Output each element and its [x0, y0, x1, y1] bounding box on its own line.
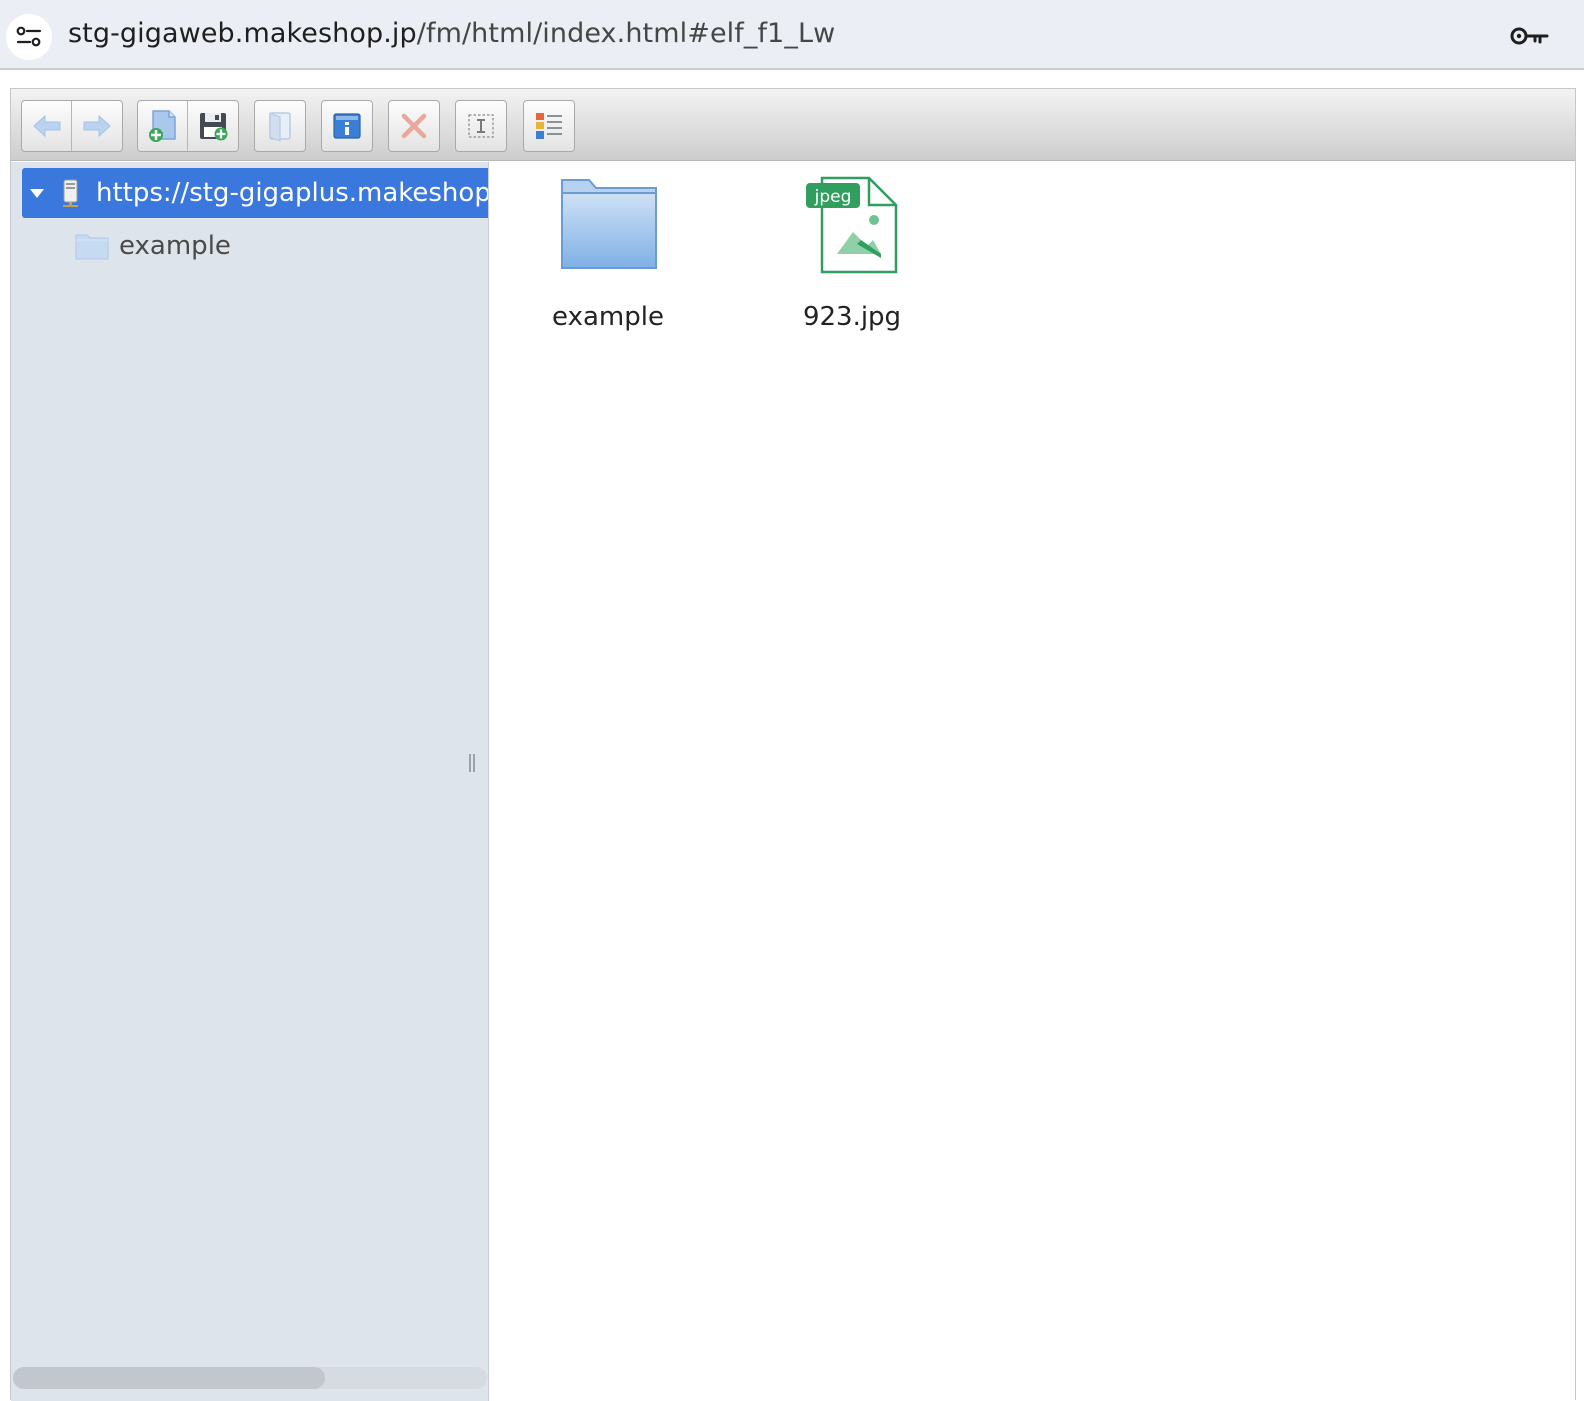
- rename-button[interactable]: [456, 101, 506, 151]
- server-icon: [63, 179, 78, 207]
- tree-root-label: https://stg-gigaplus.makeshop: [96, 178, 489, 208]
- folder-icon: [75, 234, 109, 260]
- file-group: [137, 100, 239, 152]
- file-item-folder[interactable]: example: [523, 174, 693, 332]
- view-button[interactable]: [524, 101, 574, 151]
- folder-tree: https://stg-gigaplus.makeshop example: [11, 162, 489, 1401]
- back-button[interactable]: [22, 101, 72, 151]
- save-icon: [200, 113, 228, 141]
- upload-icon: [148, 110, 176, 142]
- horizontal-scrollbar[interactable]: [13, 1367, 487, 1389]
- open-group: [254, 100, 306, 152]
- download-button[interactable]: [188, 101, 238, 151]
- url-path: /fm/html/index.html#elf_f1_Lw: [416, 18, 836, 49]
- delete-icon: [401, 113, 427, 139]
- pane-resize-handle[interactable]: [469, 754, 475, 772]
- info-button[interactable]: [322, 101, 372, 151]
- open-button[interactable]: [255, 101, 305, 151]
- view-group: [523, 100, 575, 152]
- tree-root-item[interactable]: https://stg-gigaplus.makeshop: [22, 168, 489, 218]
- url-field[interactable]: stg-gigaweb.makeshop.jp/fm/html/index.ht…: [68, 18, 835, 49]
- file-name: 923.jpg: [802, 302, 902, 332]
- file-name: example: [552, 302, 664, 332]
- rename-group: [455, 100, 507, 152]
- tree-item-label: example: [119, 231, 231, 261]
- jpeg-file-icon: jpeg: [806, 176, 898, 274]
- file-area: example jpeg 923.jpg: [490, 162, 1575, 1401]
- upload-button[interactable]: [138, 101, 188, 151]
- url-host: stg-gigaweb.makeshop.jp: [68, 18, 417, 49]
- arrow-right-icon: [83, 114, 111, 138]
- site-info-button[interactable]: [6, 14, 52, 60]
- tree-item-example[interactable]: example: [75, 224, 231, 268]
- forward-button[interactable]: [72, 101, 122, 151]
- collapse-arrow-icon[interactable]: [30, 188, 44, 198]
- delete-button[interactable]: [389, 101, 439, 151]
- arrow-left-icon: [32, 114, 60, 138]
- info-icon: [333, 113, 361, 139]
- key-icon[interactable]: [1510, 24, 1550, 48]
- tune-icon: [16, 26, 42, 47]
- rename-icon: [468, 114, 494, 138]
- file-manager: https://stg-gigaplus.makeshop example ex…: [10, 88, 1576, 1401]
- file-item-jpeg[interactable]: jpeg 923.jpg: [767, 174, 937, 332]
- delete-group: [388, 100, 440, 152]
- list-view-icon: [536, 113, 562, 139]
- scrollbar-thumb[interactable]: [13, 1367, 325, 1389]
- toolbar: [11, 89, 1575, 161]
- file-type-badge: jpeg: [814, 187, 852, 207]
- folder-icon: [561, 179, 657, 269]
- address-bar: stg-gigaweb.makeshop.jp/fm/html/index.ht…: [0, 0, 1584, 70]
- info-group: [321, 100, 373, 152]
- open-icon: [269, 112, 291, 142]
- history-group: [21, 100, 123, 152]
